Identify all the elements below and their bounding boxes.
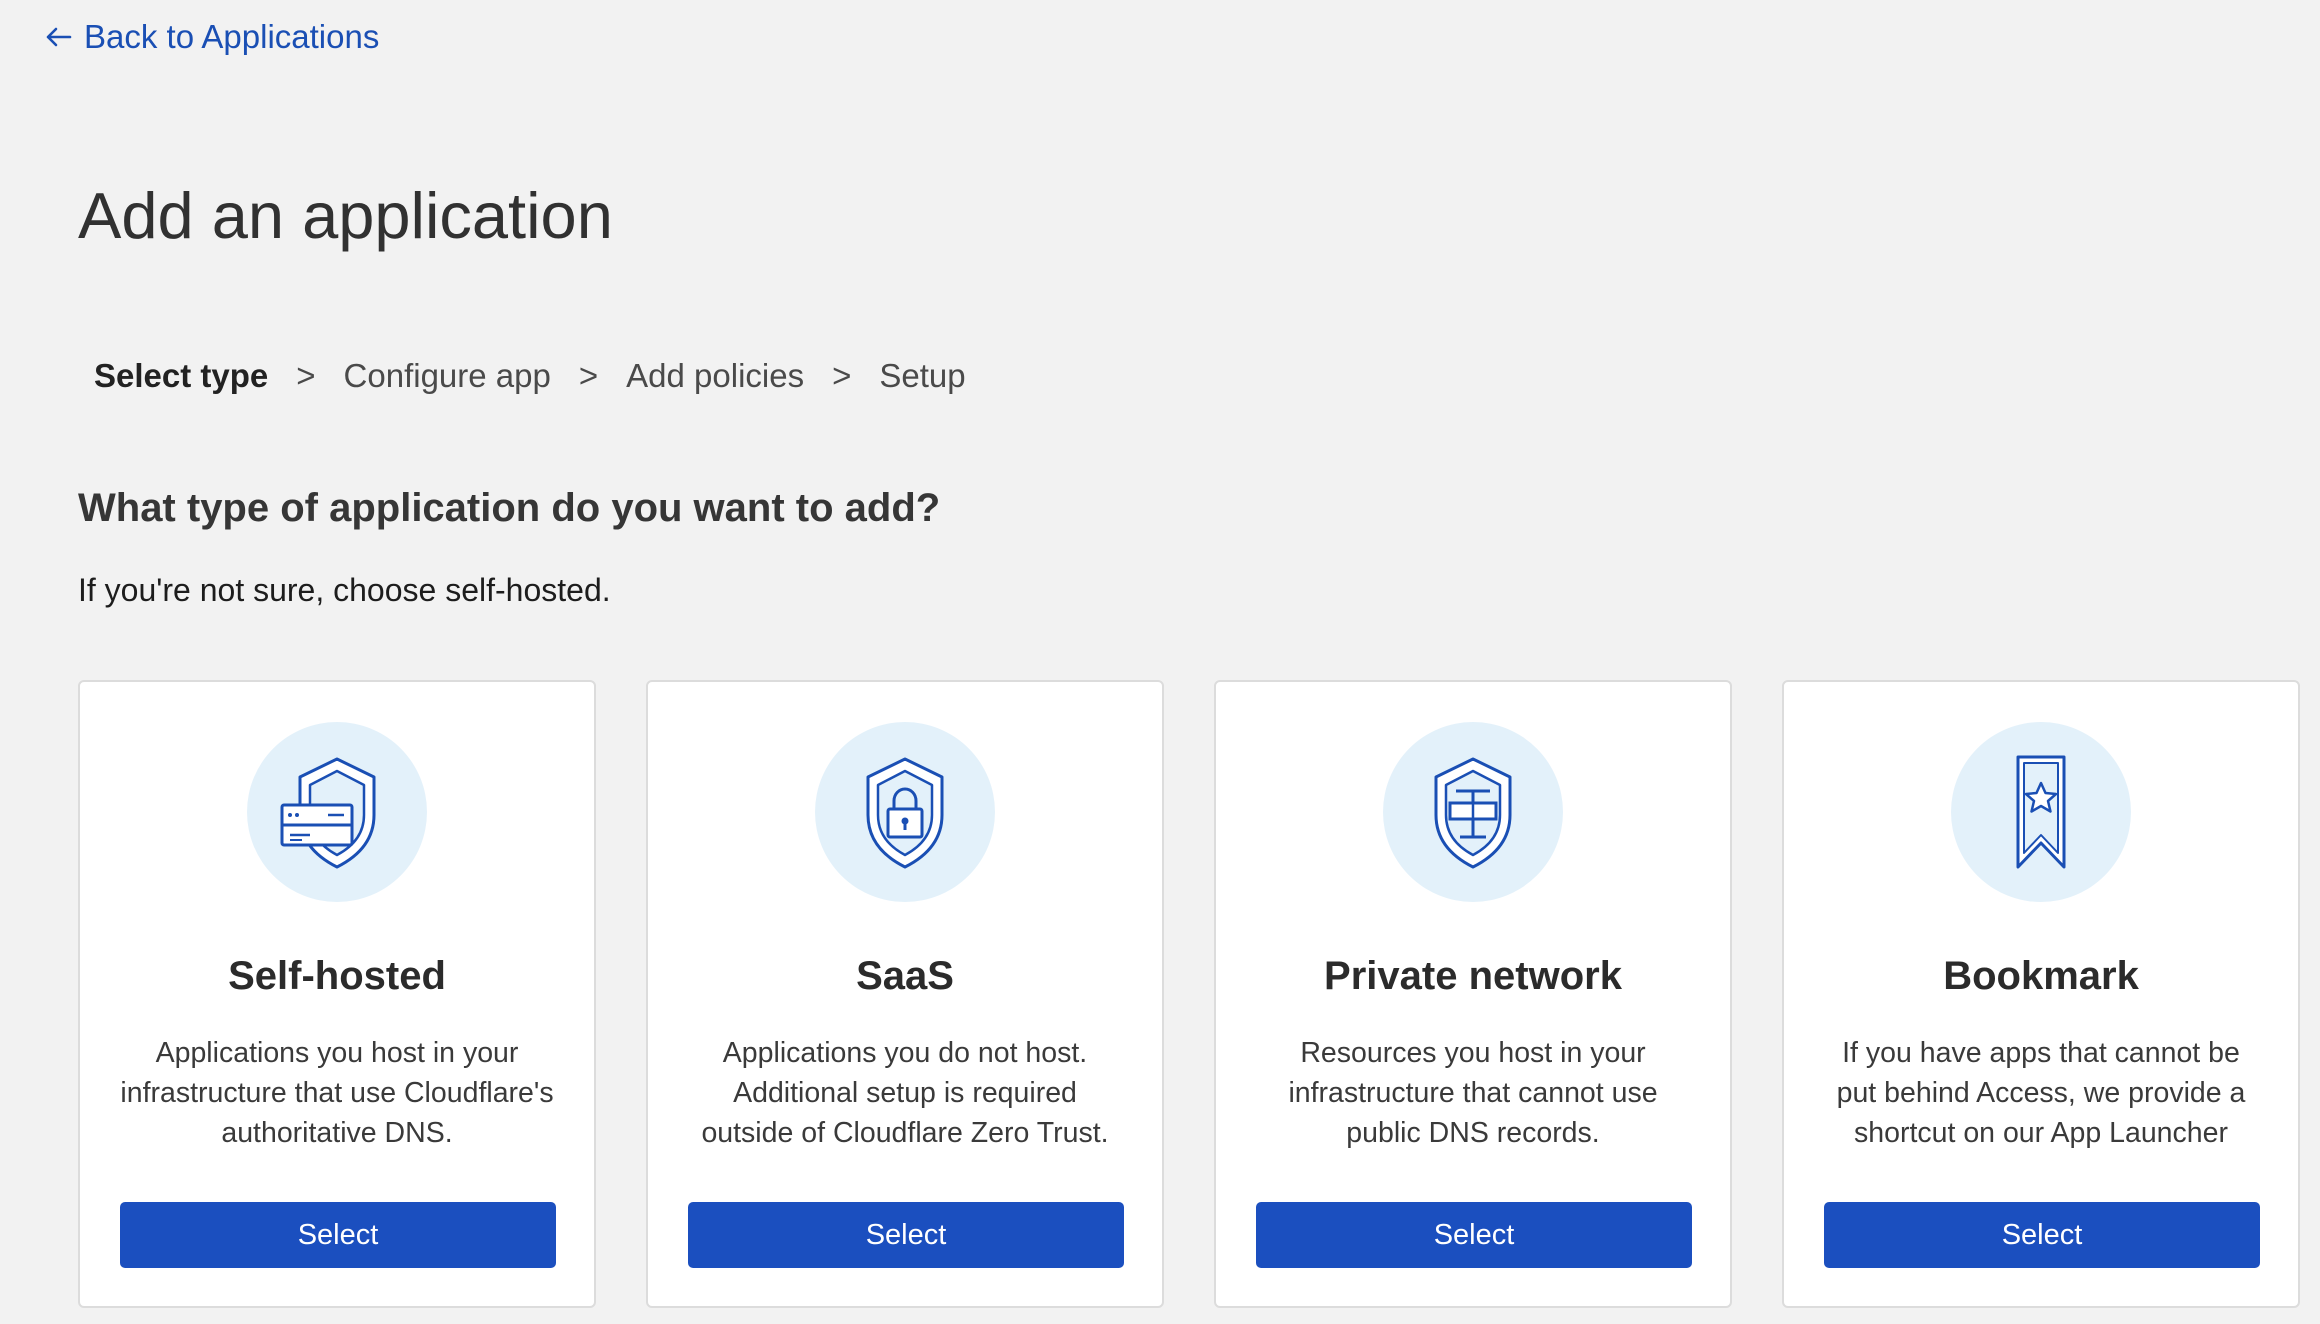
card-description: Applications you do not host. Additional…: [701, 1037, 1109, 1149]
card-description: If you have apps that cannot be put behi…: [1836, 1037, 2246, 1149]
step-separator: >: [578, 357, 599, 394]
card-title: Self-hosted: [228, 954, 446, 998]
application-type-cards: Self-hosted Applications you host in you…: [78, 680, 2300, 1308]
card-description: Applications you host in your infrastruc…: [120, 1037, 554, 1149]
card-title: Bookmark: [1943, 954, 2139, 998]
shield-network-icon: [1383, 722, 1563, 902]
section-hint: If you're not sure, choose self-hosted.: [78, 572, 611, 608]
card-self-hosted: Self-hosted Applications you host in you…: [78, 680, 596, 1308]
card-saas: SaaS Applications you do not host. Addit…: [646, 680, 1164, 1308]
select-self-hosted-button[interactable]: Select: [120, 1202, 556, 1268]
page-title: Add an application: [78, 179, 613, 252]
card-private-network: Private network Resources you host in yo…: [1214, 680, 1732, 1308]
card-description: Resources you host in your infrastructur…: [1288, 1037, 1658, 1149]
select-bookmark-button[interactable]: Select: [1824, 1202, 2260, 1268]
step-breadcrumb: Select type > Configure app > Add polici…: [94, 357, 966, 395]
card-bookmark: Bookmark If you have apps that cannot be…: [1782, 680, 2300, 1308]
step-configure-app[interactable]: Configure app: [344, 357, 551, 395]
section-question: What type of application do you want to …: [78, 486, 941, 530]
back-link-label: Back to Applications: [84, 18, 380, 55]
step-separator: >: [296, 357, 316, 394]
step-select-type[interactable]: Select type: [94, 357, 268, 395]
step-setup[interactable]: Setup: [879, 357, 965, 395]
step-separator: >: [832, 357, 852, 394]
card-title: Private network: [1324, 954, 1622, 998]
arrow-left-icon: [44, 26, 72, 48]
back-to-applications-link[interactable]: Back to Applications: [44, 18, 379, 56]
shield-lock-icon: [815, 722, 995, 902]
select-private-network-button[interactable]: Select: [1256, 1202, 1692, 1268]
bookmark-star-icon: [1951, 722, 2131, 902]
select-saas-button[interactable]: Select: [688, 1202, 1124, 1268]
card-title: SaaS: [856, 954, 954, 998]
shield-server-icon: [247, 722, 427, 902]
step-add-policies[interactable]: Add policies: [626, 357, 804, 395]
